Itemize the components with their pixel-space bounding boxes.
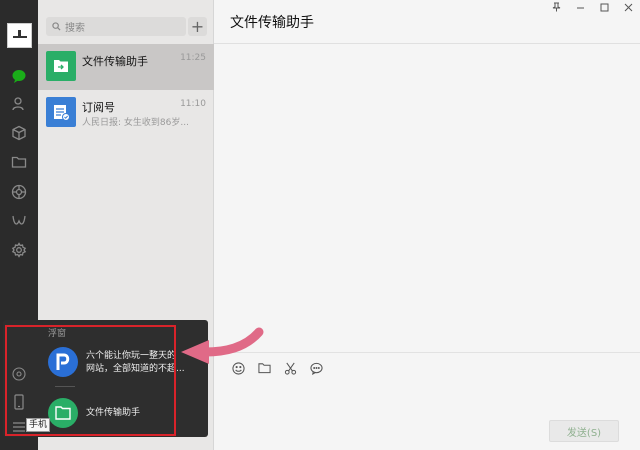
close-icon[interactable]	[622, 2, 634, 15]
file-transfer-icon	[46, 51, 76, 81]
chat-icon[interactable]	[7, 64, 31, 88]
settings-icon[interactable]	[7, 238, 31, 262]
send-button[interactable]: 发送(S)	[549, 420, 619, 442]
pin-icon[interactable]	[550, 2, 562, 15]
chat-item-subscriptions[interactable]: 订阅号 11:10 人民日报: 女生收到86岁...	[38, 90, 214, 136]
folder-icon[interactable]	[7, 150, 31, 174]
contacts-icon[interactable]	[7, 92, 31, 116]
chat-preview: 人民日报: 女生收到86岁...	[82, 118, 189, 128]
add-button[interactable]: +	[188, 17, 207, 36]
search-icon	[52, 22, 61, 31]
chat-panel: 文件传输助手 发送(S)	[214, 0, 640, 450]
box-icon[interactable]	[7, 121, 31, 145]
pointer-arrow-icon	[181, 327, 264, 364]
avatar[interactable]	[7, 23, 32, 48]
window-controls	[550, 2, 634, 15]
search-placeholder: 搜索	[65, 23, 85, 34]
chat-time: 11:10	[180, 99, 206, 109]
chat-item-file-helper[interactable]: 文件传输助手 11:25	[38, 44, 214, 90]
comment-icon[interactable]	[308, 360, 324, 376]
chat-time: 11:25	[180, 53, 206, 63]
scissors-icon[interactable]	[282, 360, 298, 376]
search-input[interactable]: 搜索	[46, 17, 186, 36]
moments-icon[interactable]	[7, 180, 31, 204]
minimize-icon[interactable]	[574, 2, 586, 15]
input-divider	[214, 352, 640, 353]
subscription-icon	[46, 97, 76, 127]
miniprogram-icon[interactable]	[7, 209, 31, 233]
chat-header: 文件传输助手	[214, 0, 640, 44]
chat-name: 订阅号	[82, 101, 115, 114]
maximize-icon[interactable]	[598, 2, 610, 15]
phone-tooltip: 手机	[26, 418, 51, 432]
chat-title: 文件传输助手	[230, 15, 314, 31]
chat-name: 文件传输助手	[82, 55, 148, 68]
